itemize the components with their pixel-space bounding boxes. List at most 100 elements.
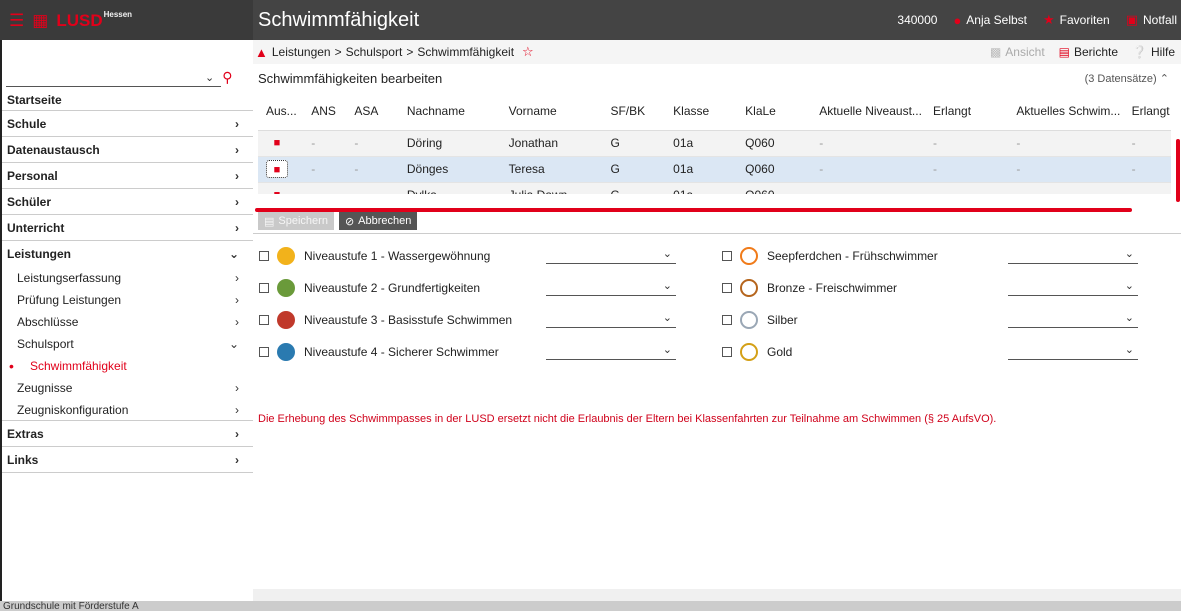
chevron-right-icon: › [235, 142, 239, 157]
checkbox[interactable] [259, 315, 269, 325]
table-row[interactable]: ■ - - Dylka Julia Dawn G 01a Q060 - - - … [258, 182, 1171, 194]
chevron-right-icon: › [235, 271, 239, 285]
level-option[interactable]: Niveaustufe 2 - Grundfertigkeiten [259, 277, 480, 299]
badge-option[interactable]: Silber [722, 309, 798, 331]
level-3-select[interactable]: ⌄ [546, 308, 676, 328]
sidebar-search: ⌄ ⚲ [2, 65, 253, 89]
calendar-icon[interactable]: ▦ [32, 12, 48, 29]
search-input[interactable] [6, 67, 221, 87]
checkbox[interactable] [722, 283, 732, 293]
breadcrumb-separator: > [406, 45, 414, 59]
bronze-select[interactable]: ⌄ [1008, 276, 1138, 296]
cell-niveau: - [811, 156, 926, 183]
sidebar-subitem-schulsport[interactable]: Schulsport ⌄ [2, 333, 253, 355]
trash-icon[interactable]: ■ [266, 160, 288, 178]
gold-select[interactable]: ⌄ [1008, 340, 1138, 360]
view-icon: ▩ [989, 45, 1002, 59]
sidebar-subitem-pruefung-leistungen[interactable]: Prüfung Leistungen › [2, 289, 253, 311]
sidebar-item-unterricht[interactable]: Unterricht › [2, 215, 253, 241]
checkbox[interactable] [722, 251, 732, 261]
sidebar-subitem-leistungserfassung[interactable]: Leistungserfassung › [2, 267, 253, 289]
column-header[interactable]: ANS [303, 92, 347, 131]
level-4-select[interactable]: ⌄ [546, 340, 676, 360]
view-button[interactable]: ▩ Ansicht [990, 45, 1045, 59]
column-header[interactable]: ASA [346, 92, 399, 131]
sidebar-item-links[interactable]: Links › [2, 447, 253, 473]
sidebar-item-personal[interactable]: Personal › [2, 163, 253, 189]
cell-schwimm: - [1008, 182, 1124, 194]
column-header[interactable]: KlaLe [737, 92, 812, 131]
cell-klale: Q060 [737, 156, 812, 183]
chevron-down-icon: ⌄ [662, 248, 672, 260]
sidebar-subitem-abschluesse[interactable]: Abschlüsse › [2, 311, 253, 333]
cancel-icon: ⊘ [344, 215, 355, 228]
breadcrumb-item[interactable]: Leistungen [272, 45, 331, 59]
chevron-right-icon: › [235, 315, 239, 329]
table-row[interactable]: ■ - - Dönges Teresa G 01a Q060 - - - - [258, 156, 1171, 183]
breadcrumb-item[interactable]: Schulsport [346, 45, 403, 59]
favorites-menu[interactable]: ★ Favoriten [1043, 12, 1110, 28]
cell-erlangt: - [1123, 182, 1171, 194]
badge-option[interactable]: Seepferdchen - Frühschwimmer [722, 245, 938, 267]
column-header[interactable]: Aktuelles Schwim... [1008, 92, 1124, 131]
search-icon[interactable]: ⚲ [222, 69, 232, 86]
sidebar-subitem-zeugnisse[interactable]: Zeugnisse › [2, 377, 253, 399]
trash-icon[interactable]: ■ [266, 134, 288, 152]
chevron-down-icon[interactable]: ⌄ [205, 71, 214, 84]
checkbox[interactable] [722, 347, 732, 357]
checkbox[interactable] [722, 315, 732, 325]
column-header[interactable]: Erlangt [925, 92, 1009, 131]
column-header[interactable]: Klasse [665, 92, 738, 131]
lusd-logo[interactable]: LUSDHessen [56, 10, 132, 31]
record-count[interactable]: (3 Datensätze) ⌃ [1085, 72, 1169, 85]
table-row[interactable]: ■ - - Döring Jonathan G 01a Q060 - - - - [258, 130, 1171, 157]
checkbox[interactable] [259, 283, 269, 293]
checkbox[interactable] [259, 347, 269, 357]
sidebar-item-extras[interactable]: Extras › [2, 421, 253, 447]
cell-class: 01a [665, 182, 738, 194]
column-header[interactable]: Aus... [258, 92, 304, 131]
sidebar-item-leistungen[interactable]: Leistungen ⌄ [2, 241, 253, 267]
level-option[interactable]: Niveaustufe 4 - Sicherer Schwimmer [259, 341, 499, 363]
sidebar-item-startseite[interactable]: Startseite [2, 89, 253, 111]
favorite-star-icon[interactable]: ☆ [522, 44, 534, 60]
emergency-menu[interactable]: ▣ Notfall [1126, 12, 1177, 28]
help-button[interactable]: ❔ Hilfe [1132, 45, 1175, 59]
menu-icon[interactable]: ☰ [9, 12, 24, 29]
horizontal-scrollbar[interactable] [255, 208, 1132, 212]
vertical-scrollbar[interactable] [1176, 139, 1180, 202]
sidebar-subitem-schwimmfaehigkeit[interactable]: Schwimmfähigkeit [2, 355, 253, 377]
cell-sf-bk: G [602, 156, 666, 183]
sidebar-subitem-zeugniskonfiguration[interactable]: Zeugniskonfiguration › [2, 399, 253, 421]
reports-button[interactable]: ▤ Berichte [1059, 45, 1118, 59]
column-header[interactable]: Aktuelle Niveaust... [811, 92, 926, 131]
cell-asa: - [346, 130, 399, 157]
save-icon: ▤ [264, 215, 275, 228]
sidebar-item-datenaustausch[interactable]: Datenaustausch › [2, 137, 253, 163]
chevron-down-icon: ⌄ [228, 247, 239, 261]
save-button[interactable]: ▤ Speichern [258, 212, 334, 230]
sidebar-item-schueler[interactable]: Schüler › [2, 189, 253, 215]
cancel-button[interactable]: ⊘ Abbrechen [338, 212, 418, 230]
column-header[interactable]: Erlangt [1123, 92, 1171, 131]
breadcrumb-item[interactable]: Schwimmfähigkeit [417, 45, 514, 59]
badge-option[interactable]: Gold [722, 341, 792, 363]
level-option[interactable]: Niveaustufe 3 - Basisstufe Schwimmen [259, 309, 512, 331]
level-2-select[interactable]: ⌄ [546, 276, 676, 296]
column-header[interactable]: SF/BK [602, 92, 666, 131]
column-header[interactable]: Vorname [500, 92, 603, 131]
user-menu[interactable]: ● Anja Selbst [953, 13, 1027, 28]
silver-select[interactable]: ⌄ [1008, 308, 1138, 328]
main-panel: Schwimmfähigkeiten bearbeiten (3 Datensä… [253, 64, 1181, 589]
home-icon[interactable]: ▲ [255, 45, 268, 60]
badge-option[interactable]: Bronze - Freischwimmer [722, 277, 897, 299]
seepferdchen-select[interactable]: ⌄ [1008, 244, 1138, 264]
column-header[interactable]: Nachname [398, 92, 501, 131]
sidebar-item-schule[interactable]: Schule › [2, 111, 253, 137]
trash-icon[interactable]: ■ [266, 186, 288, 194]
cell-first-name: Julia Dawn [500, 182, 603, 194]
checkbox[interactable] [259, 251, 269, 261]
level-1-select[interactable]: ⌄ [546, 244, 676, 264]
cell-niveau: - [811, 182, 926, 194]
level-option[interactable]: Niveaustufe 1 - Wassergewöhnung [259, 245, 490, 267]
